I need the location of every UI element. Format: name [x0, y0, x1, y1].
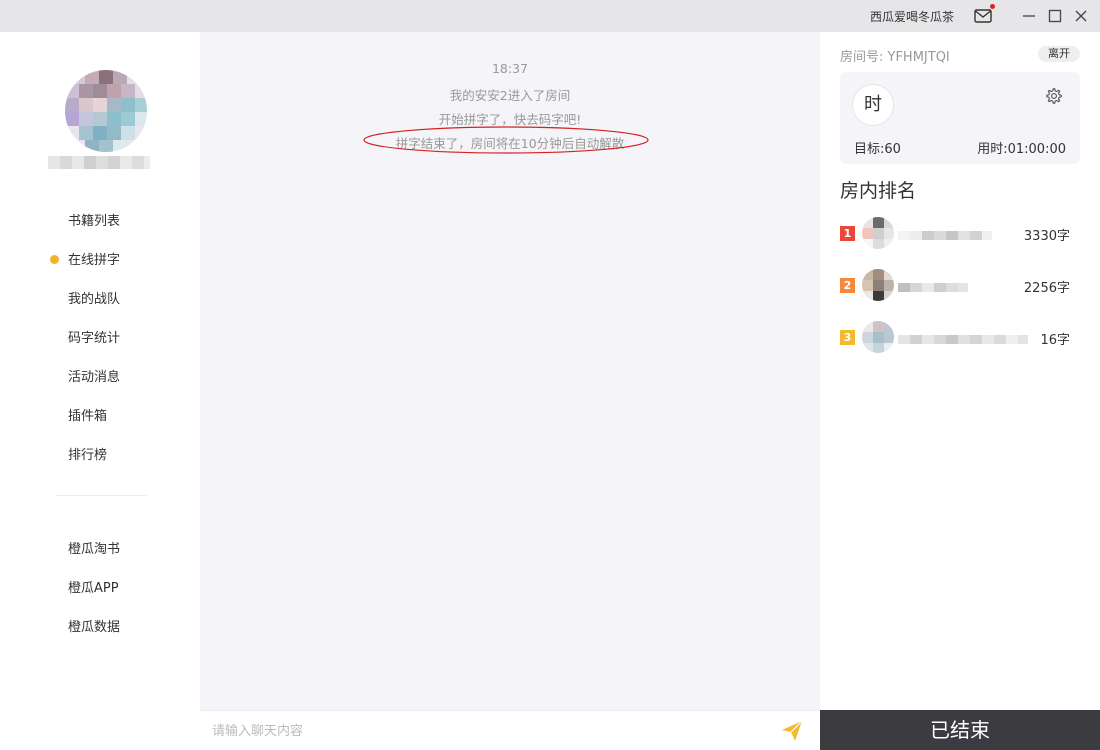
link-chenggua-data[interactable]: 橙瓜数据: [68, 616, 120, 635]
finished-status-button[interactable]: 已结束: [820, 710, 1100, 750]
nav-label: 码字统计: [68, 331, 121, 346]
rank-name-blurred: [898, 228, 992, 240]
user-avatar[interactable]: [65, 70, 147, 152]
rank-avatar: [862, 217, 894, 249]
timer-badge: 时: [852, 84, 894, 126]
nav-label: 排行榜: [68, 448, 108, 463]
nav-label: 书籍列表: [68, 214, 121, 229]
minimize-icon[interactable]: [1020, 7, 1038, 25]
rank-number: 1: [840, 226, 855, 241]
maximize-icon[interactable]: [1046, 7, 1064, 25]
leave-room-button[interactable]: 离开: [1038, 46, 1080, 62]
nav-label: 在线拼字: [68, 253, 121, 268]
room-panel: 房间号: YFHMJTQI 离开 时 目标:60 用时:01:00:00 房内排…: [820, 32, 1100, 710]
nav-activity-messages[interactable]: 活动消息: [68, 366, 120, 385]
link-chenggua-app[interactable]: 橙瓜APP: [68, 577, 119, 596]
sidebar: 书籍列表 在线拼字 我的战队 码字统计 活动消息 插件箱 排行榜 橙瓜淘书 橙瓜…: [0, 32, 200, 750]
rank-score: 16字: [1040, 333, 1070, 348]
ranking-row[interactable]: 2 2256字: [840, 268, 1080, 302]
chat-input[interactable]: [212, 719, 752, 743]
gear-icon[interactable]: [1045, 87, 1063, 105]
chat-area: 18:37 我的安安2进入了房间 开始拼字了，快去码字吧! 拼字结束了，房间将在…: [200, 32, 820, 710]
system-message: 我的安安2进入了房间: [449, 88, 571, 103]
rank-score: 3330字: [1023, 229, 1070, 244]
title-bar: 西瓜爱喝冬瓜茶: [0, 0, 1100, 32]
nav-leaderboard[interactable]: 排行榜: [68, 444, 107, 463]
rank-number: 2: [840, 278, 855, 293]
chat-input-bar: [200, 710, 820, 750]
highlight-ellipse-annotation: [363, 126, 649, 154]
current-username[interactable]: 西瓜爱喝冬瓜茶: [870, 8, 954, 25]
active-indicator-dot: [50, 255, 59, 264]
username-blurred: [48, 155, 150, 169]
ranking-row[interactable]: 3 16字: [840, 320, 1080, 354]
rank-name-blurred: [898, 280, 968, 292]
nav-label: 活动消息: [68, 370, 121, 385]
used-time-label: 用时:01:00:00: [977, 142, 1066, 157]
nav-book-list[interactable]: 书籍列表: [68, 210, 120, 229]
nav-plugin-box[interactable]: 插件箱: [68, 405, 107, 424]
nav-online-pinzi[interactable]: 在线拼字: [50, 249, 121, 268]
room-id: 房间号: YFHMJTQI: [840, 50, 950, 65]
rank-avatar: [862, 321, 894, 353]
notification-dot: [990, 4, 995, 9]
rank-score: 2256字: [1023, 281, 1070, 296]
link-label: 橙瓜淘书: [68, 542, 121, 557]
target-label: 目标:60: [854, 142, 901, 157]
link-label: 橙瓜数据: [68, 620, 121, 635]
link-chenggua-taoshu[interactable]: 橙瓜淘书: [68, 538, 120, 557]
ranking-row[interactable]: 1 3330字: [840, 216, 1080, 250]
close-icon[interactable]: [1072, 7, 1090, 25]
timer-card: 时 目标:60 用时:01:00:00: [840, 72, 1080, 164]
rank-name-blurred: [898, 332, 1028, 344]
nav-writing-stats[interactable]: 码字统计: [68, 327, 120, 346]
nav-my-team[interactable]: 我的战队: [68, 288, 120, 307]
nav-label: 插件箱: [68, 409, 108, 424]
ranking-title: 房内排名: [840, 180, 917, 202]
send-icon[interactable]: [780, 719, 804, 743]
nav-divider: [55, 495, 147, 496]
nav-label: 我的战队: [68, 292, 121, 307]
avatar-image: [65, 70, 147, 152]
mail-icon[interactable]: [974, 9, 992, 23]
rank-avatar: [862, 269, 894, 301]
link-label: 橙瓜APP: [68, 581, 119, 596]
rank-number: 3: [840, 330, 855, 345]
chat-timestamp: 18:37: [491, 61, 529, 76]
